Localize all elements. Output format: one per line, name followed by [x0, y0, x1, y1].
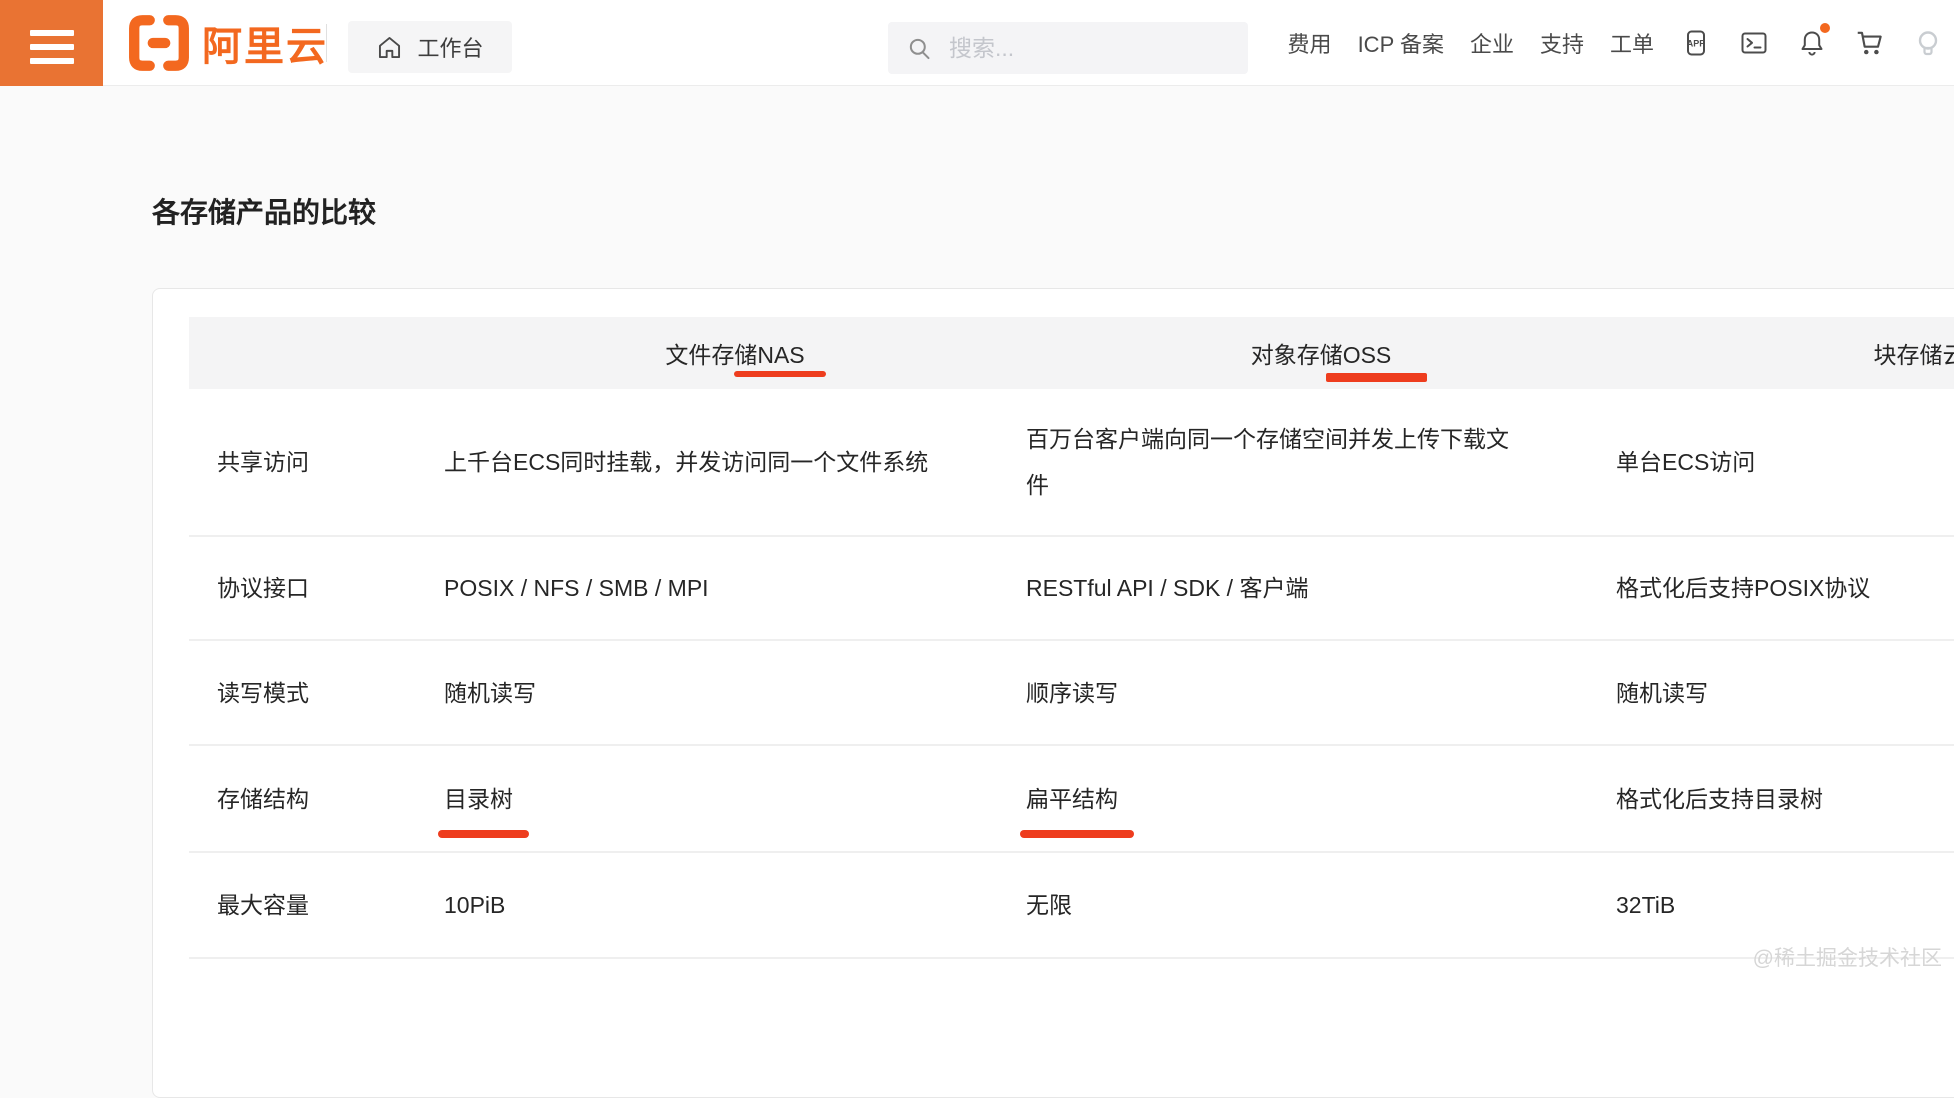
cell-value: 无限: [1026, 882, 1072, 928]
cell-value: 随机读写: [444, 670, 536, 716]
table-row: 共享访问 上千台ECS同时挂载，并发访问同一个文件系统 百万台客户端向同一个存储…: [189, 389, 1954, 537]
cell-value: 10PiB: [444, 882, 505, 928]
header-divider: [326, 24, 327, 62]
search-box[interactable]: [888, 22, 1248, 74]
terminal-icon[interactable]: [1738, 27, 1770, 59]
row-label: 最大容量: [217, 882, 309, 928]
svg-text:APP: APP: [1687, 39, 1706, 49]
top-nav: 费用 ICP 备案 企业 支持 工单 APP: [1288, 0, 1944, 86]
lightbulb-icon[interactable]: [1912, 27, 1944, 59]
nav-billing[interactable]: 费用: [1288, 27, 1332, 59]
notification-badge: [1820, 23, 1830, 33]
cell-value: 格式化后支持POSIX协议: [1616, 565, 1870, 611]
table-row: 存储结构 目录树 扁平结构 格式化后支持目录树: [189, 746, 1954, 853]
workbench-label: 工作台: [417, 31, 483, 63]
workbench-button[interactable]: 工作台: [348, 21, 512, 73]
cart-icon[interactable]: [1854, 27, 1886, 59]
nav-icp[interactable]: ICP 备案: [1358, 27, 1444, 59]
cell-value: 单台ECS访问: [1616, 439, 1755, 485]
red-underline-oss: [1326, 373, 1427, 382]
cell-value: 随机读写: [1616, 670, 1708, 716]
search-input[interactable]: [949, 35, 1199, 62]
home-icon: [376, 34, 403, 61]
row-label: 共享访问: [217, 439, 309, 485]
row-label: 存储结构: [217, 776, 309, 822]
cell-value: 格式化后支持目录树: [1616, 776, 1823, 822]
cell-value: POSIX / NFS / SMB / MPI: [444, 565, 709, 611]
hamburger-menu-button[interactable]: [0, 0, 103, 86]
watermark: @稀土掘金技术社区: [1753, 942, 1942, 972]
notification-bell-icon[interactable]: [1796, 27, 1828, 59]
cell-value: 顺序读写: [1026, 670, 1118, 716]
top-header: 阿里云 工作台 费用 ICP 备案 企业 支持 工单 APP: [0, 0, 1954, 86]
red-underline-flat: [1020, 830, 1134, 838]
red-underline-dirtree: [438, 830, 529, 838]
search-icon: [906, 35, 933, 62]
page-title: 各存储产品的比较: [152, 191, 376, 231]
cell-value: 32TiB: [1616, 882, 1675, 928]
row-label: 读写模式: [217, 670, 309, 716]
nav-ticket[interactable]: 工单: [1610, 27, 1654, 59]
cell-value-underlined: 目录树: [444, 776, 513, 822]
hamburger-icon: [30, 30, 74, 36]
table-header-row: 文件存储NAS 对象存储OSS 块存储云盘: [189, 317, 1954, 389]
aliyun-logo-icon: [128, 14, 190, 72]
column-header-disk: 块存储云盘: [1616, 336, 1954, 370]
nav-enterprise[interactable]: 企业: [1470, 27, 1514, 59]
app-download-icon[interactable]: APP: [1680, 27, 1712, 59]
cell-value: 百万台客户端向同一个存储空间并发上传下载文件: [1026, 416, 1526, 508]
nav-support[interactable]: 支持: [1540, 27, 1584, 59]
aliyun-logo[interactable]: 阿里云: [128, 0, 328, 86]
table-row: 读写模式 随机读写 顺序读写 随机读写: [189, 641, 1954, 746]
red-underline-nas: [734, 371, 826, 377]
column-header-oss: 对象存储OSS: [1026, 336, 1616, 370]
cell-value: RESTful API / SDK / 客户端: [1026, 565, 1308, 611]
column-header-nas: 文件存储NAS: [444, 336, 1026, 370]
table-row: 协议接口 POSIX / NFS / SMB / MPI RESTful API…: [189, 537, 1954, 641]
brand-name: 阿里云: [202, 14, 328, 72]
cell-value-underlined: 扁平结构: [1026, 776, 1118, 822]
row-label: 协议接口: [217, 565, 309, 611]
table-row: 最大容量 10PiB 无限 32TiB: [189, 853, 1954, 959]
cell-value: 上千台ECS同时挂载，并发访问同一个文件系统: [444, 439, 928, 485]
comparison-card: 文件存储NAS 对象存储OSS 块存储云盘 共享访问 上千台ECS同时挂载，并发…: [152, 288, 1954, 1098]
